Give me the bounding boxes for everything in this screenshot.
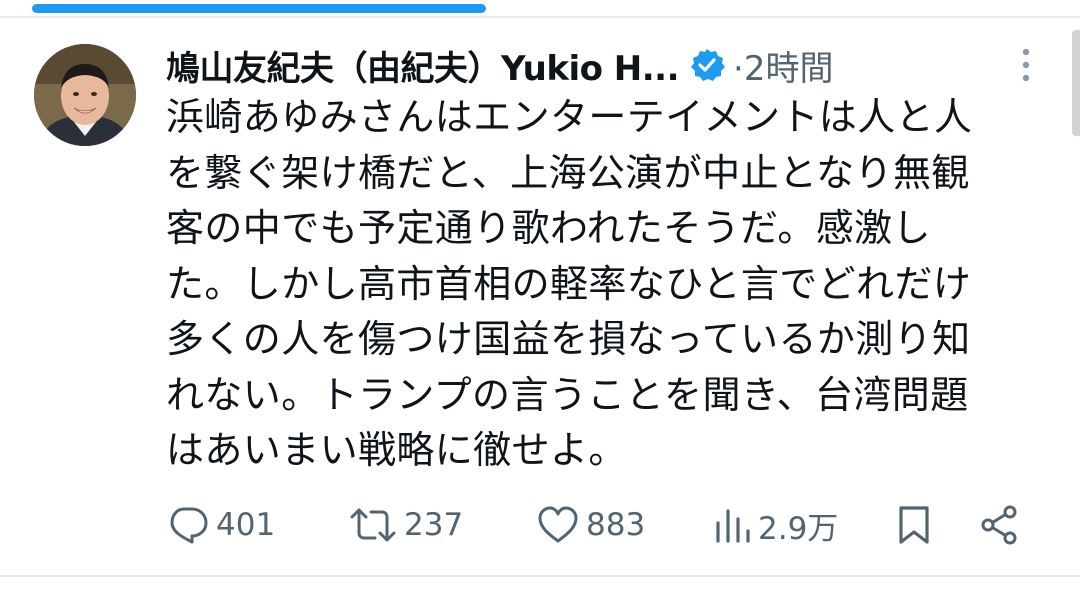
tweet-text-line: 多くの人を傷つけ国益を損なっているか測り知	[166, 317, 971, 361]
bookmark-button[interactable]	[894, 500, 934, 550]
bottom-divider	[0, 575, 1080, 577]
retweet-count: 237	[404, 507, 464, 543]
scrollbar[interactable]	[1072, 30, 1080, 136]
tweet-text-line: 客の中でも予定通り歌われたそうだ。感激し	[166, 206, 931, 250]
heart-icon	[536, 505, 580, 545]
top-progress-bar	[32, 4, 486, 13]
avatar[interactable]	[34, 44, 136, 146]
like-count: 883	[586, 507, 646, 543]
reply-icon	[166, 505, 210, 545]
retweet-icon	[348, 505, 398, 545]
tweet-text-line: を繋ぐ架け橋だと、上海公演が中止となり無観	[166, 150, 970, 195]
tweet-header: 鳩山友紀夫（由紀夫）Yukio H... ·2時間	[166, 40, 1046, 90]
reply-count: 401	[216, 507, 276, 543]
tweet-time-text: 2時間	[743, 48, 834, 89]
share-icon	[978, 503, 1022, 547]
tweet-text: 浜崎あゆみさんはエンターテイメントは人と人 を繋ぐ架け橋だと、上海公演が中止とな…	[166, 90, 1056, 479]
share-button[interactable]	[978, 500, 1022, 550]
tweet-actions: 401 237 883 2.9万	[166, 500, 1036, 550]
tweet-text-line: 浜崎あゆみさんはエンターテイメントは人と人	[166, 95, 973, 139]
tweet-timestamp[interactable]: ·2時間	[733, 41, 833, 90]
tweet-text-line: はあいまい戦略に徹せよ。	[166, 428, 627, 472]
retweet-button[interactable]: 237	[348, 500, 463, 550]
verified-badge-icon	[689, 47, 726, 83]
tweet-text-line: れない。トランプの言うことを聞き、台湾問題	[166, 372, 969, 417]
top-divider	[0, 16, 1080, 18]
views-button[interactable]: 2.9万	[712, 500, 838, 550]
bookmark-icon	[894, 503, 934, 547]
views-count: 2.9万	[758, 510, 839, 547]
views-bar-chart-icon	[712, 505, 752, 545]
tweet-text-line: た。しかし高市首相の軽率なひと言でどれだけ	[166, 261, 972, 306]
reply-button[interactable]: 401	[166, 500, 275, 550]
author-name[interactable]: 鳩山友紀夫（由紀夫）Yukio H...	[166, 41, 680, 90]
like-button[interactable]: 883	[536, 500, 645, 550]
more-vertical-icon[interactable]	[1018, 48, 1034, 82]
